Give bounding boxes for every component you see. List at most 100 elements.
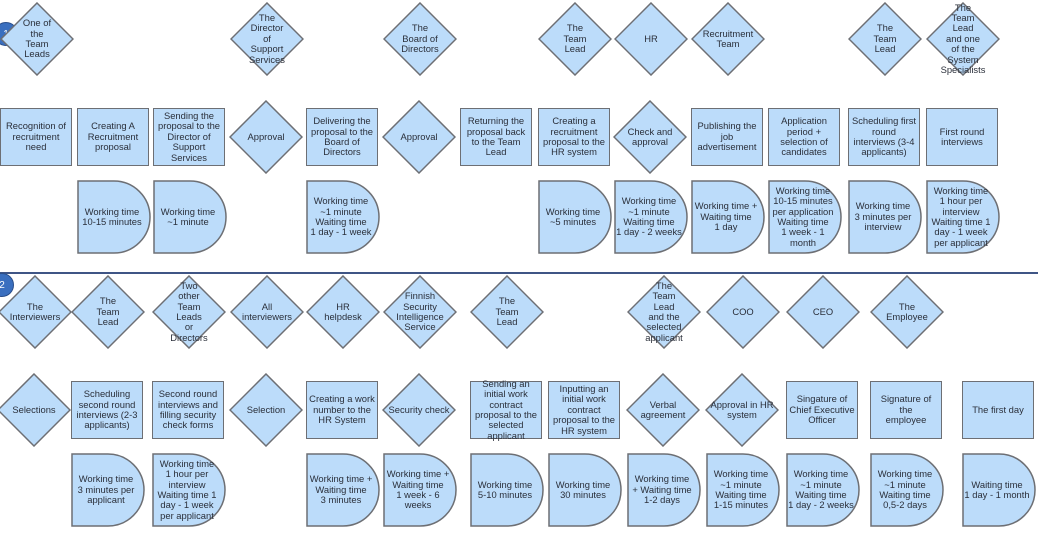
actor-diamond[interactable]: HR — [614, 2, 688, 76]
time-estimate-shape[interactable]: Working time 10-15 minutes — [77, 180, 151, 254]
process-step-box[interactable]: Sending the proposal to the Director of … — [153, 108, 225, 166]
process-step-box-label: Publishing the job advertisement — [697, 120, 757, 153]
time-estimate-shape[interactable]: Working time 1 hour per interview Waitin… — [926, 180, 1000, 254]
actor-diamond[interactable]: The Team Lead — [848, 2, 922, 76]
process-step-box[interactable]: Sending an initial work contract proposa… — [470, 378, 542, 441]
actor-diamond[interactable]: The Interviewers — [0, 275, 72, 349]
process-step-box[interactable]: Scheduling second round interviews (2-3 … — [71, 381, 143, 439]
time-estimate-shape[interactable]: Working time ~1 minute Waiting time 1 da… — [614, 180, 688, 254]
time-estimate-shape[interactable]: Working time 30 minutes — [548, 453, 622, 527]
time-estimate-shape-label: Working time 5-10 minutes — [477, 478, 533, 500]
process-step-box[interactable]: Publishing the job advertisement — [691, 108, 763, 166]
actor-diamond[interactable]: The Employee — [870, 275, 944, 349]
time-estimate-shape[interactable]: Working time 3 minutes per applicant — [71, 453, 145, 527]
process-step-box[interactable]: Signature of the employee — [870, 381, 942, 439]
time-estimate-shape[interactable]: Working time ~1 minute Waiting time 0,5-… — [870, 453, 944, 527]
time-estimate-shape-label: Working time ~1 minute Waiting time 1 da… — [788, 468, 854, 511]
actor-diamond-label: COO — [732, 305, 754, 317]
actor-diamond[interactable]: One of the Team Leads — [0, 2, 74, 76]
actor-diamond[interactable]: The Board of Directors — [383, 2, 457, 76]
process-step-box[interactable]: Inputting an initial work contract propo… — [548, 381, 620, 439]
process-lane-2: 2 The Interviewers Selections The Team Lea… — [0, 273, 1038, 538]
process-step-box-label: Scheduling second round interviews (2-3 … — [76, 388, 138, 431]
process-step-box[interactable]: Singature of Chief Executive Officer — [786, 381, 858, 439]
time-estimate-shape[interactable]: Working time ~5 minutes — [538, 180, 612, 254]
actor-diamond[interactable]: Two other Team Leads or Directors — [152, 275, 226, 349]
decision-diamond-label: Approval — [400, 130, 438, 142]
process-step-box-label: Sending the proposal to the Director of … — [157, 109, 221, 163]
time-estimate-shape[interactable]: Working time ~1 minute — [153, 180, 227, 254]
time-estimate-shape[interactable]: Working time ~1 minute Waiting time 1-15… — [706, 453, 780, 527]
actor-diamond[interactable]: The Team Lead and the selected applicant — [627, 275, 701, 349]
decision-diamond[interactable]: Verbal agreement — [626, 373, 700, 447]
actor-diamond[interactable]: Finnish Security Intelligence Service — [383, 275, 457, 349]
actor-diamond[interactable]: The Team Lead — [470, 275, 544, 349]
process-step-box-label: First round interviews — [939, 125, 985, 147]
process-step-box[interactable]: Returning the proposal back to the Team … — [460, 108, 532, 166]
actor-diamond-label: Recruitment Team — [702, 27, 754, 49]
actor-diamond[interactable]: Recruitment Team — [691, 2, 765, 76]
decision-diamond[interactable]: Approval — [229, 100, 303, 174]
decision-diamond[interactable]: Check and approval — [613, 100, 687, 174]
time-estimate-shape[interactable]: Working time + Waiting time 3 minutes — [306, 453, 380, 527]
actor-diamond-label: HR helpdesk — [324, 300, 362, 322]
time-estimate-shape[interactable]: Working time ~1 minute Waiting time 1 da… — [306, 180, 380, 254]
process-step-box[interactable]: Creating a recruitment proposal to the H… — [538, 108, 610, 166]
time-estimate-shape[interactable]: Working time + Waiting time 1 week - 6 w… — [383, 453, 457, 527]
process-step-box-label: Creating a work number to the HR System — [309, 393, 375, 426]
decision-diamond-label: Verbal agreement — [640, 398, 686, 420]
process-step-box-label: Inputting an initial work contract propo… — [552, 382, 616, 436]
process-step-box[interactable]: Recognition of recruitment need — [0, 108, 72, 166]
process-step-box[interactable]: Creating A Recruitment proposal — [77, 108, 149, 166]
time-estimate-shape[interactable]: Working time + Waiting time 1-2 days — [627, 453, 701, 527]
time-estimate-shape-label: Working time 30 minutes — [555, 478, 611, 500]
time-estimate-shape[interactable]: Working time 5-10 minutes — [470, 453, 544, 527]
actor-diamond[interactable]: The Director of Support Services — [230, 2, 304, 76]
time-estimate-shape[interactable]: Waiting time 1 day - 1 month — [962, 453, 1036, 527]
decision-diamond[interactable]: Security check — [382, 373, 456, 447]
process-step-box-label: Signature of the employee — [880, 393, 932, 426]
process-step-box[interactable]: Delivering the proposal to the Board of … — [306, 108, 378, 166]
time-estimate-shape-label: Waiting time 1 day - 1 month — [964, 478, 1030, 500]
time-estimate-shape[interactable]: Working time 10-15 minutes per applicati… — [768, 180, 842, 254]
actor-diamond[interactable]: CEO — [786, 275, 860, 349]
decision-diamond-label: Approval in HR system — [710, 398, 774, 420]
time-estimate-shape[interactable]: Working time 1 hour per interview Waitin… — [152, 453, 226, 527]
decision-diamond[interactable]: Approval in HR system — [705, 373, 779, 447]
decision-diamond[interactable]: Selection — [229, 373, 303, 447]
process-step-box-label: Returning the proposal back to the Team … — [466, 115, 526, 158]
actor-diamond[interactable]: The Team Lead and one of the System Spec… — [926, 2, 1000, 76]
process-step-box[interactable]: The first day — [962, 381, 1034, 439]
process-step-box[interactable]: Creating a work number to the HR System — [306, 381, 378, 439]
time-estimate-shape[interactable]: Working time ~1 minute Waiting time 1 da… — [786, 453, 860, 527]
time-estimate-shape-label: Working time + Waiting time 1-2 days — [632, 473, 692, 506]
process-step-box[interactable]: Second round interviews and filling secu… — [152, 381, 224, 439]
decision-diamond[interactable]: Approval — [382, 100, 456, 174]
process-step-box[interactable]: Scheduling first round interviews (3-4 a… — [848, 108, 920, 166]
actor-diamond-label: All interviewers — [241, 300, 292, 322]
actor-diamond[interactable]: The Team Lead — [538, 2, 612, 76]
time-estimate-shape-label: Working time ~1 minute — [160, 205, 216, 227]
time-estimate-shape[interactable]: Working time 3 minutes per interview — [848, 180, 922, 254]
actor-diamond-label: The Board of Directors — [401, 22, 439, 55]
actor-diamond[interactable]: HR helpdesk — [306, 275, 380, 349]
decision-diamond[interactable]: Selections — [0, 373, 71, 447]
process-lane-1: 1 One of the Team LeadsRecognition of re… — [0, 0, 1038, 270]
time-estimate-shape-label: Working time + Waiting time 1 day — [694, 200, 758, 233]
time-estimate-shape[interactable]: Working time + Waiting time 1 day — [691, 180, 765, 254]
time-estimate-shape-label: Working time ~5 minutes — [545, 205, 601, 227]
actor-diamond[interactable]: COO — [706, 275, 780, 349]
time-estimate-shape-label: Working time 10-15 minutes — [82, 205, 142, 227]
actor-diamond-label: HR — [644, 32, 658, 44]
process-step-box[interactable]: Application period + selection of candid… — [768, 108, 840, 166]
decision-diamond-label: Selection — [246, 403, 286, 415]
time-estimate-shape-label: Working time ~1 minute Waiting time 0,5-… — [877, 468, 933, 511]
process-step-box-label: Scheduling first round interviews (3-4 a… — [851, 115, 917, 158]
process-step-box[interactable]: First round interviews — [926, 108, 998, 166]
actor-diamond[interactable]: All interviewers — [230, 275, 304, 349]
actor-diamond-label: The Employee — [886, 300, 928, 322]
process-step-box-label: Creating A Recruitment proposal — [87, 120, 139, 153]
actor-diamond-label: Finnish Security Intelligence Service — [396, 290, 444, 333]
actor-diamond[interactable]: The Team Lead — [71, 275, 145, 349]
process-step-box-label: Second round interviews and filling secu… — [158, 388, 218, 431]
